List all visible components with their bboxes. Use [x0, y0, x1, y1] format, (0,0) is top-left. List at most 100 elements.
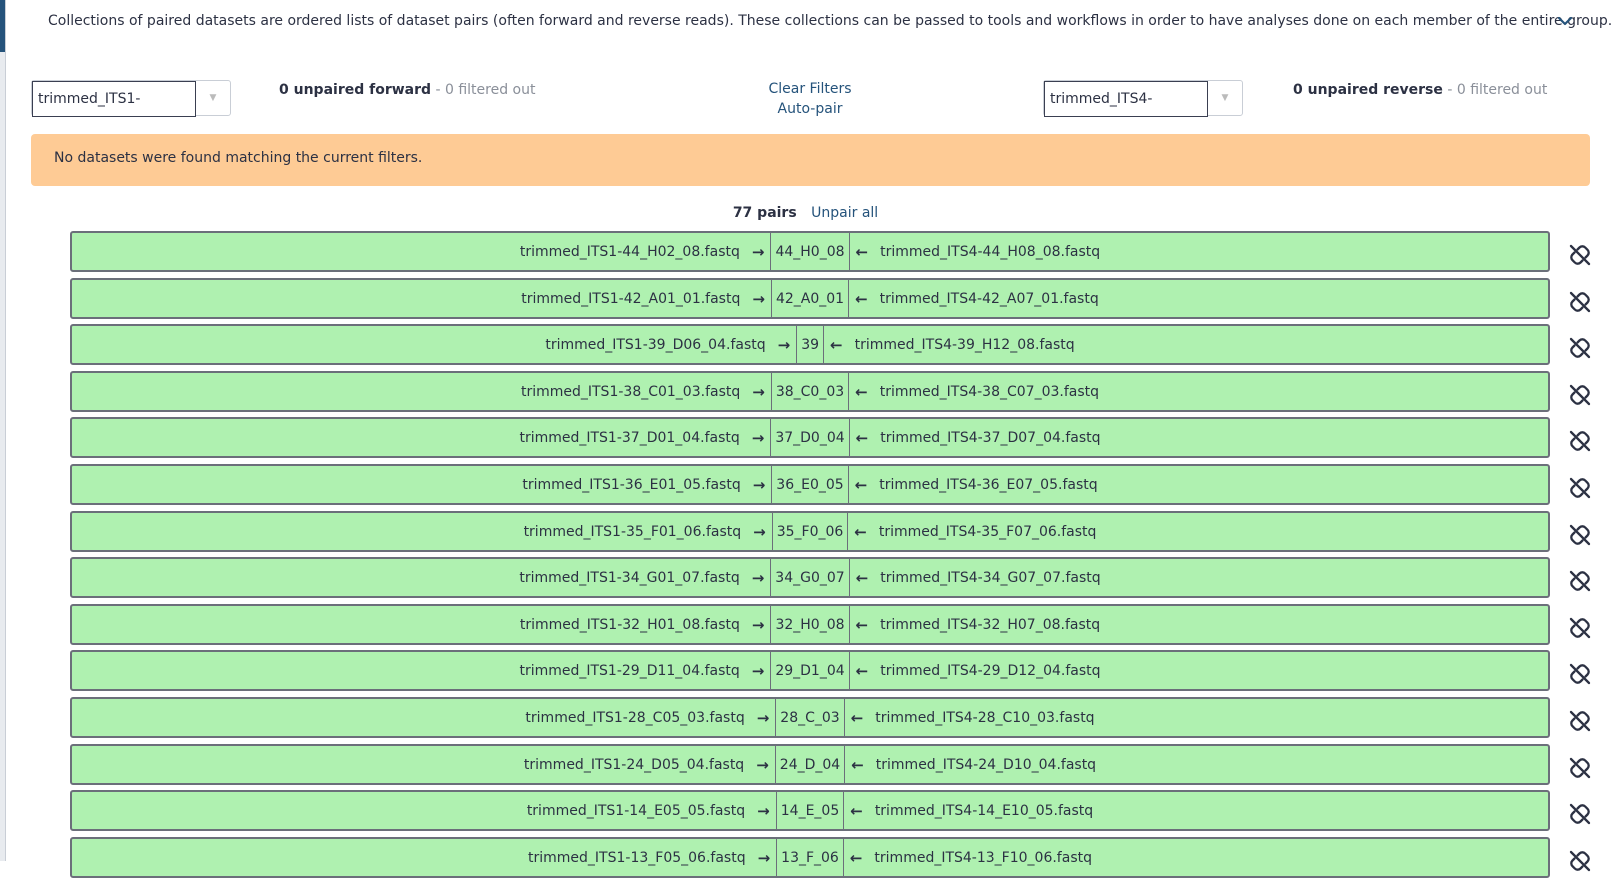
pair-row[interactable]: trimmed_ITS1-37_D01_04.fastq → 37_D0_04 ← tr…: [70, 417, 1550, 458]
arrow-right-icon: →: [751, 568, 765, 587]
pair-reverse-dataset: trimmed_ITS4-14_E10_05.fastq: [874, 802, 1094, 819]
unlink-icon[interactable]: [1568, 429, 1592, 453]
pair-forward-dataset: trimmed_ITS1-28_C05_03.fastq: [525, 709, 745, 726]
unpair-all-link[interactable]: Unpair all: [811, 205, 878, 221]
arrow-right-icon: →: [752, 475, 766, 494]
pair-name[interactable]: 42_A0_01: [770, 278, 850, 319]
arrow-right-icon: →: [751, 661, 765, 680]
unlink-icon[interactable]: [1568, 336, 1592, 360]
pairs-header: 77 pairs Unpair all: [0, 205, 1611, 221]
pair-reverse-dataset: trimmed_ITS4-37_D07_04.fastq: [880, 429, 1101, 446]
pair-name[interactable]: 14_E_05: [775, 790, 845, 831]
pair-row[interactable]: trimmed_ITS1-44_H02_08.fastq → 44_H0_08 ← tr…: [70, 231, 1550, 272]
unlink-icon[interactable]: [1568, 523, 1592, 547]
unlink-icon[interactable]: [1568, 243, 1592, 267]
pair-forward-dataset: trimmed_ITS1-37_D01_04.fastq: [519, 429, 740, 446]
pair-forward-dataset: trimmed_ITS1-38_C01_03.fastq: [520, 383, 741, 400]
pairs-count: 77 pairs: [732, 205, 797, 221]
unlink-icon[interactable]: [1568, 849, 1592, 873]
pair-row[interactable]: trimmed_ITS1-35_F01_06.fastq → 35_F0_06 ← tr…: [70, 511, 1550, 552]
pair-name[interactable]: 28_C_03: [775, 697, 845, 738]
reverse-filtered-out: - 0 filtered out: [1447, 82, 1548, 98]
pair-forward-dataset: trimmed_ITS1-39_D06_04.fastq: [545, 336, 766, 353]
unlink-icon[interactable]: [1568, 569, 1592, 593]
pair-reverse-dataset: trimmed_ITS4-39_H12_08.fastq: [854, 336, 1075, 353]
chevron-down-icon[interactable]: [1556, 12, 1574, 30]
pair-reverse-dataset: trimmed_ITS4-35_F07_06.fastq: [878, 523, 1097, 540]
pair-row[interactable]: trimmed_ITS1-32_H01_08.fastq → 32_H0_08 ← tr…: [70, 604, 1550, 645]
unlink-icon[interactable]: [1568, 709, 1592, 733]
pair-name[interactable]: 37_D0_04: [770, 417, 850, 458]
pair-name[interactable]: 13_F_06: [776, 837, 844, 878]
pair-name[interactable]: 24_D_04: [774, 744, 846, 785]
pair-forward-dataset: trimmed_ITS1-14_E05_05.fastq: [526, 802, 746, 819]
pair-name[interactable]: 36_E0_05: [771, 464, 849, 505]
unlink-icon[interactable]: [1568, 290, 1592, 314]
arrow-right-icon: →: [777, 335, 791, 354]
pair-row[interactable]: trimmed_ITS1-14_E05_05.fastq → 14_E_05 ← tri…: [70, 790, 1550, 831]
unlink-icon[interactable]: [1568, 616, 1592, 640]
pair-reverse-dataset: trimmed_ITS4-38_C07_03.fastq: [879, 383, 1100, 400]
arrow-right-icon: →: [756, 755, 769, 774]
pair-row[interactable]: trimmed_ITS1-38_C01_03.fastq → 38_C0_03 ← tr…: [70, 371, 1550, 412]
pair-name[interactable]: 35_F0_06: [771, 511, 849, 552]
forward-filter-dropdown[interactable]: ▼: [196, 81, 230, 115]
unlink-icon[interactable]: [1568, 802, 1592, 826]
arrow-left-icon: ←: [849, 848, 863, 867]
reverse-filter-dropdown[interactable]: ▼: [1208, 81, 1242, 115]
pair-row[interactable]: trimmed_ITS1-34_G01_07.fastq → 34_G0_07 ← tr…: [70, 557, 1550, 598]
pair-reverse-dataset: trimmed_ITS4-28_C10_03.fastq: [875, 709, 1095, 726]
arrow-left-icon: ←: [855, 242, 869, 261]
pair-row[interactable]: trimmed_ITS1-36_E01_05.fastq → 36_E0_05 ← tr…: [70, 464, 1550, 505]
arrow-left-icon: ←: [855, 615, 869, 634]
pair-name[interactable]: 29_D1_04: [770, 650, 850, 691]
arrow-right-icon: →: [756, 708, 770, 727]
pair-row[interactable]: trimmed_ITS1-13_F05_06.fastq → 13_F_06 ← tri…: [70, 837, 1550, 878]
pair-name[interactable]: 44_H0_08: [770, 231, 850, 272]
arrow-right-icon: →: [751, 428, 765, 447]
pair-reverse-dataset: trimmed_ITS4-36_E07_05.fastq: [879, 476, 1098, 493]
pair-reverse-dataset: trimmed_ITS4-24_D10_04.fastq: [875, 756, 1097, 773]
reverse-filter-input[interactable]: [1044, 81, 1208, 117]
pair-forward-dataset: trimmed_ITS1-34_G01_07.fastq: [519, 569, 740, 586]
pair-name[interactable]: 39: [796, 324, 825, 365]
arrow-left-icon: ←: [855, 382, 868, 401]
pair-row[interactable]: trimmed_ITS1-42_A01_01.fastq → 42_A0_01 ← tr…: [70, 278, 1550, 319]
arrow-right-icon: →: [753, 522, 766, 541]
pair-name[interactable]: 38_C0_03: [770, 371, 850, 412]
reverse-unpaired-count: 0 unpaired reverse: [1293, 82, 1443, 98]
unlink-icon[interactable]: [1568, 756, 1592, 780]
arrow-left-icon: ←: [850, 708, 864, 727]
unlink-icon[interactable]: [1568, 383, 1592, 407]
pair-name[interactable]: 32_H0_08: [770, 604, 850, 645]
pair-forward-dataset: trimmed_ITS1-35_F01_06.fastq: [523, 523, 742, 540]
pair-row[interactable]: trimmed_ITS1-28_C05_03.fastq → 28_C_03 ← tri…: [70, 697, 1550, 738]
arrow-right-icon: →: [752, 382, 765, 401]
forward-filter-input[interactable]: [32, 81, 196, 117]
arrow-right-icon: →: [757, 801, 770, 820]
pair-row[interactable]: trimmed_ITS1-29_D11_04.fastq → 29_D1_04 ← tr…: [70, 650, 1550, 691]
clear-filters-link[interactable]: Clear Filters: [740, 81, 880, 97]
pair-reverse-dataset: trimmed_ITS4-13_F10_06.fastq: [874, 849, 1092, 866]
auto-pair-link[interactable]: Auto-pair: [740, 101, 880, 117]
arrow-left-icon: ←: [850, 801, 863, 820]
arrow-left-icon: ←: [855, 428, 869, 447]
pair-row[interactable]: trimmed_ITS1-39_D06_04.fastq → 39 ← trimmed_…: [70, 324, 1550, 365]
caret-down-icon: ▼: [209, 93, 217, 103]
pair-row[interactable]: trimmed_ITS1-24_D05_04.fastq → 24_D_04 ← tri…: [70, 744, 1550, 785]
pair-forward-dataset: trimmed_ITS1-44_H02_08.fastq: [519, 243, 740, 260]
filter-actions: Clear Filters Auto-pair: [740, 81, 880, 117]
unlink-icon[interactable]: [1568, 476, 1592, 500]
unlink-icon[interactable]: [1568, 662, 1592, 686]
arrow-left-icon: ←: [851, 755, 864, 774]
arrow-right-icon: →: [757, 848, 771, 867]
pair-forward-dataset: trimmed_ITS1-42_A01_01.fastq: [521, 290, 741, 307]
arrow-left-icon: ←: [854, 522, 867, 541]
pair-forward-dataset: trimmed_ITS1-24_D05_04.fastq: [523, 756, 745, 773]
no-datasets-warning: No datasets were found matching the curr…: [31, 134, 1590, 186]
pair-forward-dataset: trimmed_ITS1-36_E01_05.fastq: [522, 476, 741, 493]
arrow-left-icon: ←: [854, 475, 868, 494]
left-panel-accent: [0, 0, 5, 52]
pair-reverse-dataset: trimmed_ITS4-34_G07_07.fastq: [880, 569, 1101, 586]
pair-name[interactable]: 34_G0_07: [770, 557, 850, 598]
